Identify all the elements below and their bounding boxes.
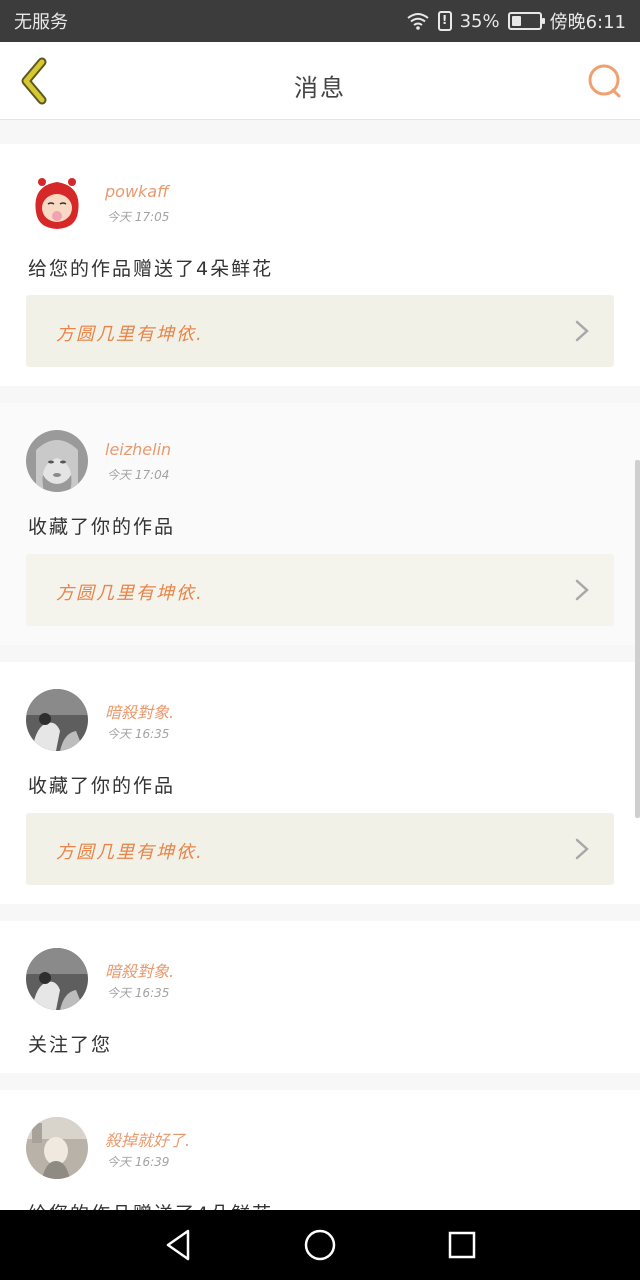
- message-card: 暗殺對象. 今天 16:35 关注了您: [0, 921, 640, 1073]
- battery-icon: [507, 12, 545, 30]
- message-card: 殺掉就好了. 今天 16:39 给您的作品赠送了4朵鲜花: [0, 1090, 640, 1210]
- avatar[interactable]: [26, 1117, 88, 1179]
- wifi-icon: [406, 13, 429, 30]
- chevron-right-icon: [575, 320, 589, 342]
- search-icon[interactable]: [586, 62, 624, 100]
- page-title: 消息: [294, 74, 346, 102]
- username[interactable]: powkaff: [105, 182, 169, 201]
- avatar[interactable]: [26, 689, 88, 751]
- timestamp: 今天 16:35: [107, 727, 170, 741]
- status-bar: 无服务 ! 35% 傍晚6:11: [0, 0, 640, 42]
- username[interactable]: 暗殺對象.: [105, 958, 174, 982]
- chevron-right-icon: [575, 579, 589, 601]
- avatar[interactable]: [26, 430, 88, 492]
- back-triangle-icon[interactable]: [158, 1225, 198, 1265]
- work-title: 方圆几里有坤依.: [56, 842, 204, 863]
- system-nav-bar: [0, 1210, 640, 1280]
- work-title: 方圆几里有坤依.: [56, 324, 204, 345]
- avatar-cartoon-image: [26, 172, 88, 234]
- timestamp: 今天 17:04: [107, 468, 170, 482]
- message-card: 暗殺對象. 今天 16:35 收藏了你的作品 方圆几里有坤依.: [0, 662, 640, 904]
- work-link[interactable]: 方圆几里有坤依.: [26, 295, 614, 367]
- battery-percent: 35%: [459, 10, 500, 32]
- message-text: 给您的作品赠送了4朵鲜花: [28, 258, 274, 280]
- timestamp: 今天 16:39: [107, 1155, 170, 1169]
- avatar-photo-image: [26, 1117, 88, 1179]
- work-link[interactable]: 方圆几里有坤依.: [26, 813, 614, 885]
- message-text: 给您的作品赠送了4朵鲜花: [28, 1199, 273, 1210]
- username[interactable]: leizhelin: [105, 440, 171, 459]
- username[interactable]: 暗殺對象.: [105, 699, 174, 723]
- work-link[interactable]: 方圆几里有坤依.: [26, 554, 614, 626]
- message-card: powkaff 今天 17:05 给您的作品赠送了4朵鲜花 方圆几里有坤依.: [0, 144, 640, 386]
- message-text: 收藏了你的作品: [28, 775, 176, 797]
- recents-square-icon[interactable]: [442, 1225, 482, 1265]
- work-title: 方圆几里有坤依.: [56, 583, 204, 604]
- status-icons: ! 35% 傍晚6:11: [406, 8, 626, 34]
- avatar[interactable]: [26, 948, 88, 1010]
- timestamp: 今天 16:35: [107, 986, 170, 1000]
- scrollbar[interactable]: [635, 460, 640, 818]
- home-circle-icon[interactable]: [300, 1225, 340, 1265]
- message-card: leizhelin 今天 17:04 收藏了你的作品 方圆几里有坤依.: [0, 403, 640, 645]
- message-text: 收藏了你的作品: [28, 516, 176, 538]
- app-header: 消息: [0, 42, 640, 120]
- timestamp: 今天 17:05: [107, 210, 170, 224]
- battery-fill: [511, 16, 521, 26]
- avatar-photo-image: [26, 948, 88, 1010]
- avatar-photo-image: [26, 430, 88, 492]
- chevron-right-icon: [575, 838, 589, 860]
- carrier-label: 无服务: [14, 12, 68, 33]
- message-text: 关注了您: [28, 1034, 113, 1056]
- username[interactable]: 殺掉就好了.: [105, 1127, 190, 1151]
- avatar[interactable]: [26, 172, 88, 234]
- avatar-photo-image: [26, 689, 88, 751]
- clock: 傍晚6:11: [549, 12, 626, 33]
- sim-alert-icon: !: [437, 11, 452, 31]
- message-feed[interactable]: powkaff 今天 17:05 给您的作品赠送了4朵鲜花 方圆几里有坤依. l…: [0, 120, 640, 1210]
